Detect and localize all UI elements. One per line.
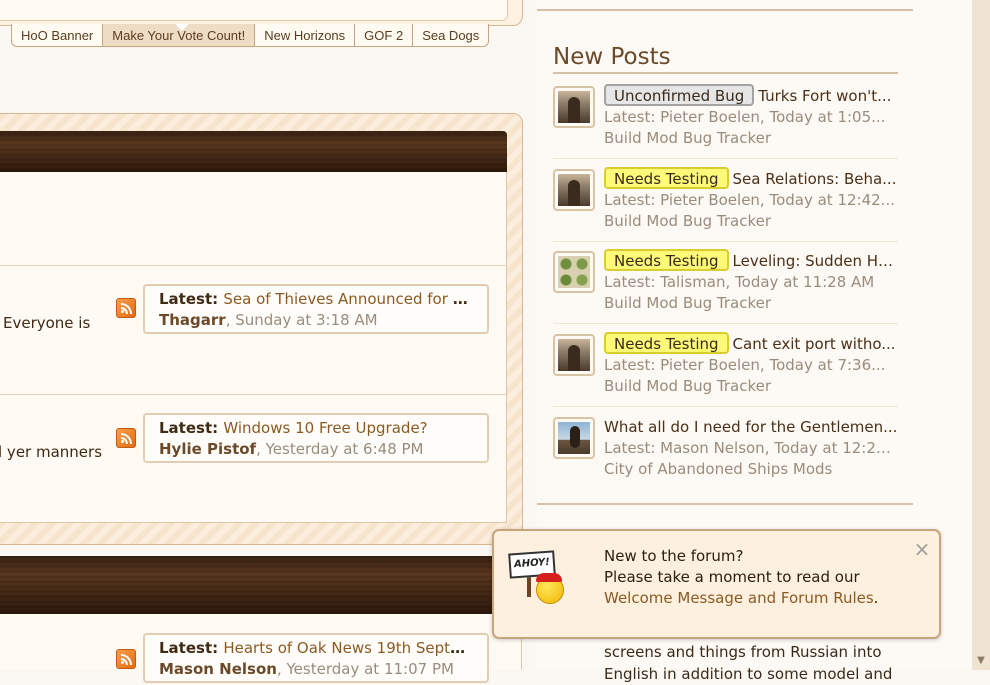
latest-info[interactable]: Latest: Pieter Boelen, Today at 12:42...: [604, 190, 898, 211]
bandana-icon: [536, 573, 562, 582]
man-avatar-icon: [558, 339, 590, 371]
latest-post-box: Latest: Hearts of Oak News 19th Septem..…: [143, 633, 489, 683]
latest-info[interactable]: Latest: Pieter Boelen, Today at 7:36...: [604, 355, 898, 376]
avatar[interactable]: [553, 417, 595, 459]
forum-link[interactable]: City of Abandoned Ships Mods: [604, 459, 898, 480]
grid-avatar-icon: [558, 256, 590, 288]
prefix-badge[interactable]: Needs Testing: [604, 167, 729, 189]
latest-user-link[interactable]: Thagarr: [159, 311, 226, 329]
latest-info[interactable]: Latest: Mason Nelson, Today at 12:28...: [604, 438, 898, 459]
thread-title-link[interactable]: Leveling: Sudden Hu...: [733, 252, 898, 270]
thread-title-link[interactable]: Cant exit port witho...: [733, 335, 896, 353]
welcome-rules-link[interactable]: Welcome Message and Forum Rules: [604, 589, 874, 607]
forum-row-divider: [0, 265, 506, 266]
latest-label: Latest:: [159, 419, 219, 437]
post-separator: [553, 406, 898, 407]
forum-link[interactable]: Build Mod Bug Tracker: [604, 211, 898, 232]
man-avatar-icon: [558, 91, 590, 123]
prefix-badge[interactable]: Needs Testing: [604, 249, 729, 271]
avatar[interactable]: [553, 334, 595, 376]
latest-thread-link[interactable]: Sea of Thieves Announced for PC...: [223, 290, 473, 308]
forum-link[interactable]: Build Mod Bug Tracker: [604, 376, 898, 397]
latest-label: Latest:: [159, 290, 219, 308]
thread-title-link[interactable]: Turks Fort won't...: [758, 87, 891, 105]
notice-heading: New to the forum?: [604, 547, 744, 565]
post-separator: [553, 158, 898, 159]
thread-title-link[interactable]: What all do I need for the Gentlemen...: [604, 418, 897, 436]
active-tab-caret-icon: [175, 24, 189, 31]
list-item: Unconfirmed Bug Turks Fort won't... Lates…: [553, 84, 898, 164]
notice-message: New to the forum? Please take a moment t…: [604, 546, 924, 609]
rider-avatar-icon: [558, 422, 590, 454]
forum-row-divider: [0, 394, 506, 395]
forum-description: l yer manners: [0, 443, 103, 461]
banner-tabs: HoO Banner Make Your Vote Count! New Hor…: [11, 24, 490, 50]
prefix-badge[interactable]: Unconfirmed Bug: [604, 84, 755, 106]
scrollbar[interactable]: [972, 0, 990, 670]
thread-title-link[interactable]: Sea Relations: Beha...: [733, 170, 897, 188]
latest-thread-link[interactable]: Hearts of Oak News 19th Septem...: [223, 639, 473, 657]
prefix-badge[interactable]: Needs Testing: [604, 332, 729, 354]
notice-period: .: [873, 589, 879, 607]
forum-description: Everyone is: [3, 314, 91, 332]
forum-list: [0, 172, 507, 523]
latest-time[interactable]: Yesterday at 6:48 PM: [266, 440, 424, 458]
forum-link[interactable]: Build Mod Bug Tracker: [604, 293, 898, 314]
latest-label: Latest:: [159, 639, 219, 657]
header-panel: [0, 0, 523, 26]
avatar[interactable]: [553, 169, 595, 211]
latest-time[interactable]: Yesterday at 11:07 PM: [287, 660, 454, 678]
rss-icon[interactable]: [116, 298, 136, 318]
tab-hoo-banner[interactable]: HoO Banner: [11, 24, 104, 47]
man-avatar-icon: [558, 174, 590, 206]
category-header-bar: [0, 556, 521, 614]
scroll-down-arrow-icon[interactable]: ▼: [972, 652, 990, 670]
category-header-bar: [0, 131, 507, 172]
tab-new-horizons[interactable]: New Horizons: [254, 24, 356, 47]
latest-info[interactable]: Latest: Pieter Boelen, Today at 1:05...: [604, 107, 898, 128]
list-item: What all do I need for the Gentlemen... …: [553, 415, 898, 495]
list-item: Needs Testing Sea Relations: Beha... Late…: [553, 167, 898, 247]
latest-info[interactable]: Latest: Talisman, Today at 11:28 AM: [604, 272, 898, 293]
list-item: Needs Testing Leveling: Sudden Hu... Late…: [553, 249, 898, 329]
latest-time[interactable]: Sunday at 3:18 AM: [235, 311, 377, 329]
latest-post-box: Latest: Sea of Thieves Announced for PC.…: [143, 284, 489, 334]
tab-sea-dogs[interactable]: Sea Dogs: [412, 24, 490, 47]
new-posts-heading: New Posts: [553, 44, 898, 74]
post-separator: [553, 323, 898, 324]
post-separator: [553, 241, 898, 242]
latest-user-link[interactable]: Mason Nelson: [159, 660, 277, 678]
list-item: Needs Testing Cant exit port witho... Lat…: [553, 332, 898, 412]
tab-gof-2[interactable]: GOF 2: [354, 24, 414, 47]
close-icon[interactable]: ×: [912, 538, 932, 560]
latest-user-link[interactable]: Hylie Pistof: [159, 440, 256, 458]
latest-thread-link[interactable]: Windows 10 Free Upgrade?: [223, 419, 427, 437]
avatar[interactable]: [553, 251, 595, 293]
forum-link[interactable]: Build Mod Bug Tracker: [604, 128, 898, 149]
sidebar-divider: [537, 9, 913, 11]
sidebar-text-snippet: screens and things from Russian into Eng…: [604, 643, 893, 683]
latest-post-box: Latest: Windows 10 Free Upgrade? Hylie P…: [143, 413, 489, 463]
page-margin: [942, 0, 972, 670]
header-panel-inner: [0, 0, 508, 21]
rss-icon[interactable]: [116, 428, 136, 448]
rss-icon[interactable]: [116, 649, 136, 669]
sidebar-divider: [537, 503, 913, 505]
notice-line: Please take a moment to read our: [604, 568, 860, 586]
avatar[interactable]: [553, 86, 595, 128]
